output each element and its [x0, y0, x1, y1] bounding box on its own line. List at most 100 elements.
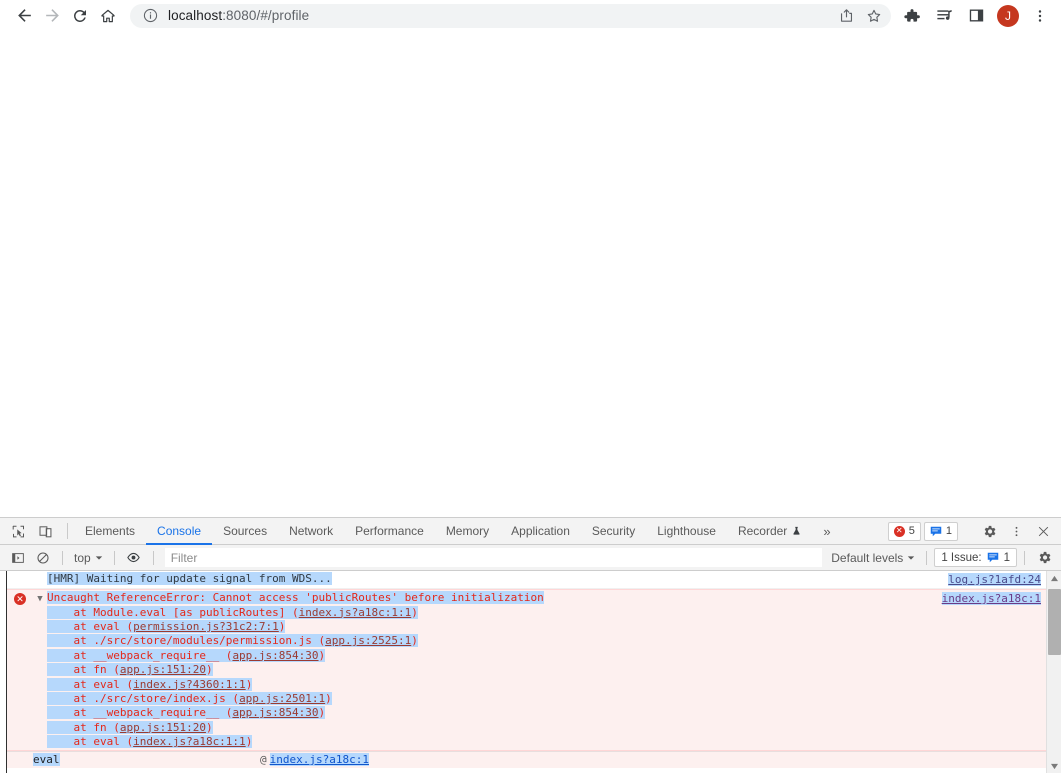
message-content: [HMR] Waiting for update signal from WDS… — [47, 572, 1061, 587]
scroll-up-button[interactable] — [1047, 571, 1061, 585]
browser-menu-button[interactable] — [1025, 2, 1055, 30]
stack-url[interactable]: app.js:854:30 — [232, 649, 318, 662]
source-link[interactable]: index.js?a18c:1 — [941, 592, 1041, 605]
share-button[interactable] — [833, 3, 859, 29]
chevron-down-icon — [95, 555, 102, 560]
bookmark-button[interactable] — [861, 3, 887, 29]
tab-network[interactable]: Network — [278, 518, 344, 544]
console-message-error[interactable]: ✕ ▼ Uncaught ReferenceError: Cannot acce… — [7, 589, 1061, 751]
inspect-element-button[interactable] — [6, 519, 30, 543]
console-settings-button[interactable] — [1032, 547, 1056, 569]
devtools-status-icons: ✕ 5 1 — [887, 518, 1061, 544]
address-path: :8080/#/profile — [222, 8, 310, 23]
profile-button[interactable]: J — [993, 2, 1023, 30]
stack-url[interactable]: app.js:151:20 — [120, 721, 206, 734]
stack-suffix: ) — [411, 605, 418, 619]
reload-button[interactable] — [66, 2, 94, 30]
console-scrollbar[interactable] — [1046, 571, 1061, 773]
stack-url[interactable]: app.js:2501:1 — [239, 692, 325, 705]
tab-memory[interactable]: Memory — [435, 518, 500, 544]
log-levels-dropdown[interactable]: Default levels — [827, 551, 919, 565]
device-toolbar-button[interactable] — [33, 519, 57, 543]
tab-label: Recorder — [737, 524, 788, 538]
browser-toolbar: localhost:8080/#/profile J — [0, 0, 1061, 31]
message-text: [HMR] Waiting for update signal from WDS… — [47, 572, 332, 585]
stack-url[interactable]: app.js:2525:1 — [325, 634, 411, 647]
issues-badge[interactable]: 1 Issue: 1 — [934, 548, 1017, 567]
address-bar[interactable]: localhost:8080/#/profile — [130, 3, 891, 29]
execution-context-dropdown[interactable]: top — [70, 551, 107, 565]
info-circle-icon[interactable] — [142, 7, 159, 24]
reload-icon — [73, 9, 86, 22]
star-icon — [867, 9, 881, 22]
scrollbar-thumb[interactable] — [1047, 589, 1061, 655]
error-count-badge[interactable]: ✕ 5 — [887, 521, 921, 541]
side-panel-icon — [969, 9, 983, 22]
live-expression-button[interactable] — [122, 547, 146, 569]
message-bubble-icon — [930, 526, 942, 536]
anchor-link-group[interactable]: @ index.js?a18c:1 — [260, 753, 369, 767]
tab-application[interactable]: Application — [500, 518, 581, 544]
anchor-at-symbol: @ — [260, 753, 267, 767]
back-button[interactable] — [10, 2, 38, 30]
message-expand-triangle[interactable]: ▼ — [33, 591, 47, 604]
message-count: 1 — [945, 525, 952, 537]
message-source-link[interactable]: index.js?a18c:1 — [941, 592, 1041, 605]
tab-recorder[interactable]: Recorder — [727, 518, 813, 544]
share-icon — [840, 9, 852, 22]
tab-label: Application — [511, 524, 570, 538]
tab-performance[interactable]: Performance — [344, 518, 435, 544]
stack-url[interactable]: app.js:854:30 — [232, 706, 318, 719]
stack-suffix: ) — [318, 706, 326, 720]
stack-frame: at fn (app.js:151:20) — [47, 663, 1053, 677]
extensions-button[interactable] — [897, 2, 927, 30]
devtools-settings-button[interactable] — [977, 519, 1001, 543]
message-disclosure-spacer — [33, 572, 47, 575]
stack-frame: at ./src/store/index.js (app.js:2501:1) — [47, 691, 1053, 706]
anchor-source-link[interactable]: index.js?a18c:1 — [269, 753, 369, 767]
forward-button[interactable] — [38, 2, 66, 30]
stack-url[interactable]: index.js?a18c:1:1 — [133, 735, 246, 748]
tabs-overflow-button[interactable]: » — [813, 518, 840, 544]
omnibox-actions — [833, 3, 887, 29]
tab-console[interactable]: Console — [146, 518, 213, 545]
stack-prefix: at __webpack_require__ ( — [47, 648, 233, 662]
message-source-link[interactable]: log.js?1afd:24 — [948, 573, 1041, 586]
home-button[interactable] — [94, 2, 122, 30]
console-toolbar-divider-5 — [1024, 550, 1025, 565]
devtools-panel: Elements Console Sources Network Perform… — [0, 517, 1061, 773]
stack-url[interactable]: permission.js?31c2:7:1 — [133, 620, 279, 633]
stack-url[interactable]: index.js?a18c:1:1 — [299, 606, 412, 619]
console-sidebar-toggle[interactable] — [6, 547, 30, 569]
console-message-list[interactable]: [HMR] Waiting for update signal from WDS… — [7, 571, 1061, 773]
clear-console-button[interactable] — [31, 547, 55, 569]
gear-icon — [1039, 551, 1050, 564]
tab-security[interactable]: Security — [581, 518, 646, 544]
message-count-badge[interactable]: 1 — [923, 521, 958, 541]
devtools-close-button[interactable] — [1031, 519, 1055, 543]
chevron-up-icon — [1050, 575, 1058, 581]
stack-url[interactable]: app.js:151:20 — [120, 663, 206, 676]
source-link[interactable]: log.js?1afd:24 — [948, 573, 1041, 586]
message-content: Uncaught ReferenceError: Cannot access '… — [47, 591, 1061, 750]
filter-input[interactable] — [164, 548, 823, 567]
stack-prefix: at fn ( — [47, 663, 120, 677]
media-controls-button[interactable] — [929, 2, 959, 30]
tab-lighthouse[interactable]: Lighthouse — [646, 518, 727, 544]
side-panel-button[interactable] — [961, 2, 991, 30]
tab-sources[interactable]: Sources — [212, 518, 278, 544]
console-anchor-row[interactable]: eval @ index.js?a18c:1 — [7, 750, 1061, 768]
stack-url[interactable]: index.js?4360:1:1 — [133, 678, 246, 691]
tab-elements[interactable]: Elements — [74, 518, 146, 544]
address-bar-text[interactable]: localhost:8080/#/profile — [168, 8, 833, 23]
scrollbar-track[interactable] — [1047, 585, 1061, 759]
stack-prefix: at ./src/store/modules/permission.js ( — [47, 634, 326, 648]
scroll-down-button[interactable] — [1047, 759, 1061, 773]
console-body[interactable]: [HMR] Waiting for update signal from WDS… — [0, 571, 1061, 773]
console-message-info[interactable]: [HMR] Waiting for update signal from WDS… — [7, 571, 1061, 589]
issues-count: 1 — [1003, 551, 1010, 564]
overflow-label: » — [823, 523, 831, 539]
error-circle-icon: ✕ — [893, 525, 905, 537]
devtools-more-button[interactable] — [1004, 519, 1028, 543]
tab-label: Elements — [85, 524, 136, 538]
